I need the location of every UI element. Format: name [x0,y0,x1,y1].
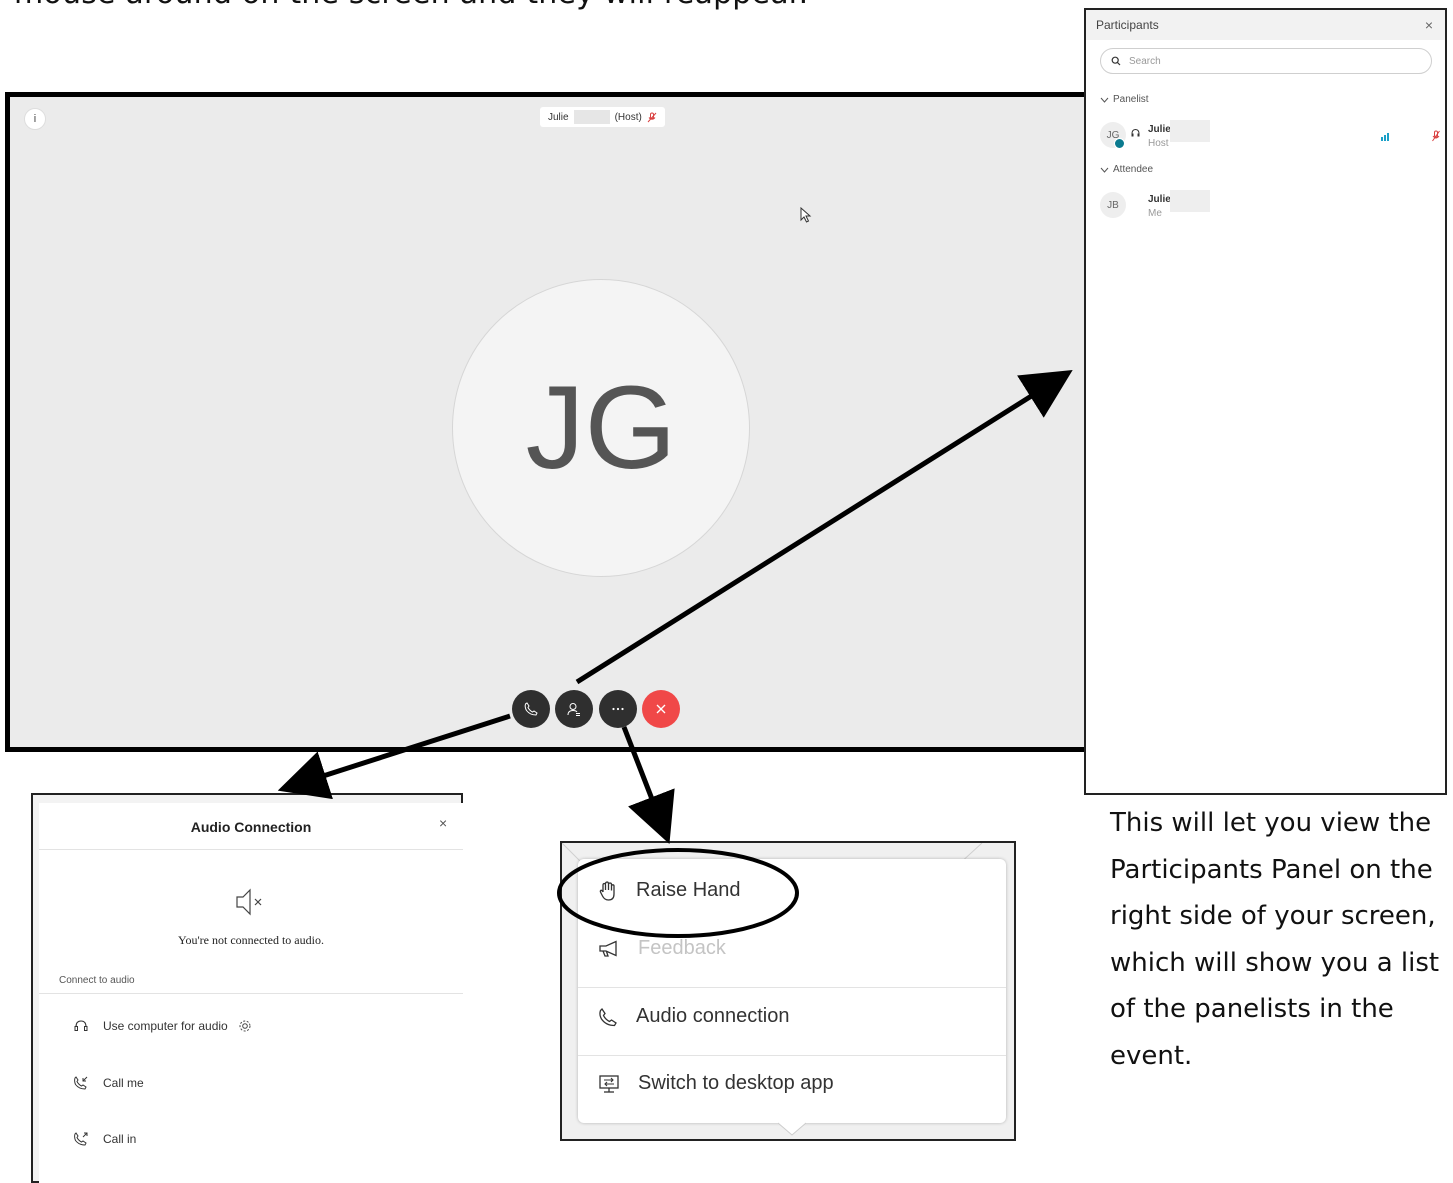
menu-item-label: Switch to desktop app [638,1072,834,1094]
feedback-menu-item: Feedback [598,937,726,960]
option-label: Call in [103,1132,137,1146]
video-name-tag: Julie (Host) [540,107,665,127]
phone-icon [599,1007,617,1026]
more-options-menu-screenshot: Raise Hand Feedback Audio connection Swi… [560,841,1016,1141]
name-tag-first: Julie [548,111,569,123]
panel-header: Participants × [1086,10,1445,40]
more-icon [612,707,624,711]
panelist-section-label: Panelist [1113,94,1149,105]
chevron-down-icon [1100,167,1109,173]
hand-icon [599,880,615,901]
name-redaction [1170,120,1210,142]
info-glyph: i [33,113,37,125]
switch-desktop-app-menu-item[interactable]: Switch to desktop app [598,1072,834,1095]
name-tag-redaction [573,110,610,124]
megaphone-icon [599,939,617,957]
info-icon[interactable]: i [24,108,46,130]
menu-item-label: Raise Hand [636,879,741,901]
phone-icon [524,702,538,716]
presence-badge-icon [1114,138,1125,149]
call-in-option[interactable]: Call in [73,1131,136,1147]
divider [578,1055,1006,1056]
desktop-icon [599,1074,619,1093]
participant-name: Julie [1148,194,1171,205]
more-options-button[interactable] [599,690,637,728]
gear-icon[interactable] [238,1019,252,1033]
incoming-call-icon [74,1076,88,1090]
call-me-option[interactable]: Call me [73,1075,144,1091]
participant-avatar-large: JG [452,279,750,577]
panelist-section-toggle[interactable]: Panelist [1100,94,1149,105]
name-tag-role: (Host) [614,111,642,123]
connect-section-label: Connect to audio [59,975,135,986]
participant-name: Julie [1148,124,1171,135]
menu-item-label: Audio connection [636,1005,790,1027]
participants-button[interactable] [555,690,593,728]
outgoing-call-icon [74,1132,88,1146]
meeting-video-window: i Julie (Host) JG [5,92,1095,752]
audio-dialog-body: Audio Connection × You're not connected … [39,803,463,1183]
instruction-caption: mouse around on the screen and they will… [14,0,808,11]
speaker-muted-icon [235,887,267,917]
menu-pointer-notch [778,1122,806,1136]
attendee-section-label: Attendee [1113,164,1154,175]
name-redaction [1170,190,1210,212]
option-label: Use computer for audio [103,1019,228,1033]
audio-connection-menu-item[interactable]: Audio connection [598,1005,789,1028]
audio-dialog-close-button[interactable]: × [439,815,447,831]
avatar-initials: JB [1107,199,1119,211]
headset-icon [74,1020,88,1031]
close-icon [656,704,666,714]
more-options-menu: Raise Hand Feedback Audio connection Swi… [578,859,1006,1123]
menu-item-label: Feedback [638,937,726,959]
participants-panel: Participants × Search Panelist JG Julie … [1084,8,1447,795]
participants-icon [567,703,580,716]
panel-title: Participants [1096,18,1159,32]
raise-hand-menu-item[interactable]: Raise Hand [598,879,741,902]
search-placeholder: Search [1129,55,1161,67]
audio-level-icon [1381,132,1391,141]
participant-role: Host [1148,138,1169,149]
attendee-section-toggle[interactable]: Attendee [1100,164,1153,175]
audio-status-text: You're not connected to audio. [178,933,324,947]
audio-connection-button[interactable] [512,690,550,728]
search-icon [1111,56,1121,66]
chevron-down-icon [1100,97,1109,103]
panel-close-button[interactable]: × [1425,17,1433,33]
divider [39,849,463,850]
divider [39,993,463,994]
leave-meeting-button[interactable] [642,690,680,728]
option-label: Call me [103,1076,144,1090]
participant-row-attendee[interactable]: JB Julie Me [1100,190,1440,224]
mouse-cursor-icon [800,207,812,223]
audio-dialog-title: Audio Connection [190,819,312,835]
divider [578,987,1006,988]
muted-mic-icon [1432,130,1440,142]
participant-role: Me [1148,208,1162,219]
headset-icon [1130,128,1141,139]
participant-row-panelist[interactable]: JG Julie Host [1100,120,1440,154]
participant-search-input[interactable]: Search [1100,48,1432,74]
explanation-text: This will let you view the Participants … [1110,808,1440,1071]
muted-mic-icon [647,112,657,123]
use-computer-audio-option[interactable]: Use computer for audio [73,1019,252,1033]
audio-connection-dialog: Audio Connection × You're not connected … [31,793,463,1183]
avatar: JB [1100,192,1126,218]
